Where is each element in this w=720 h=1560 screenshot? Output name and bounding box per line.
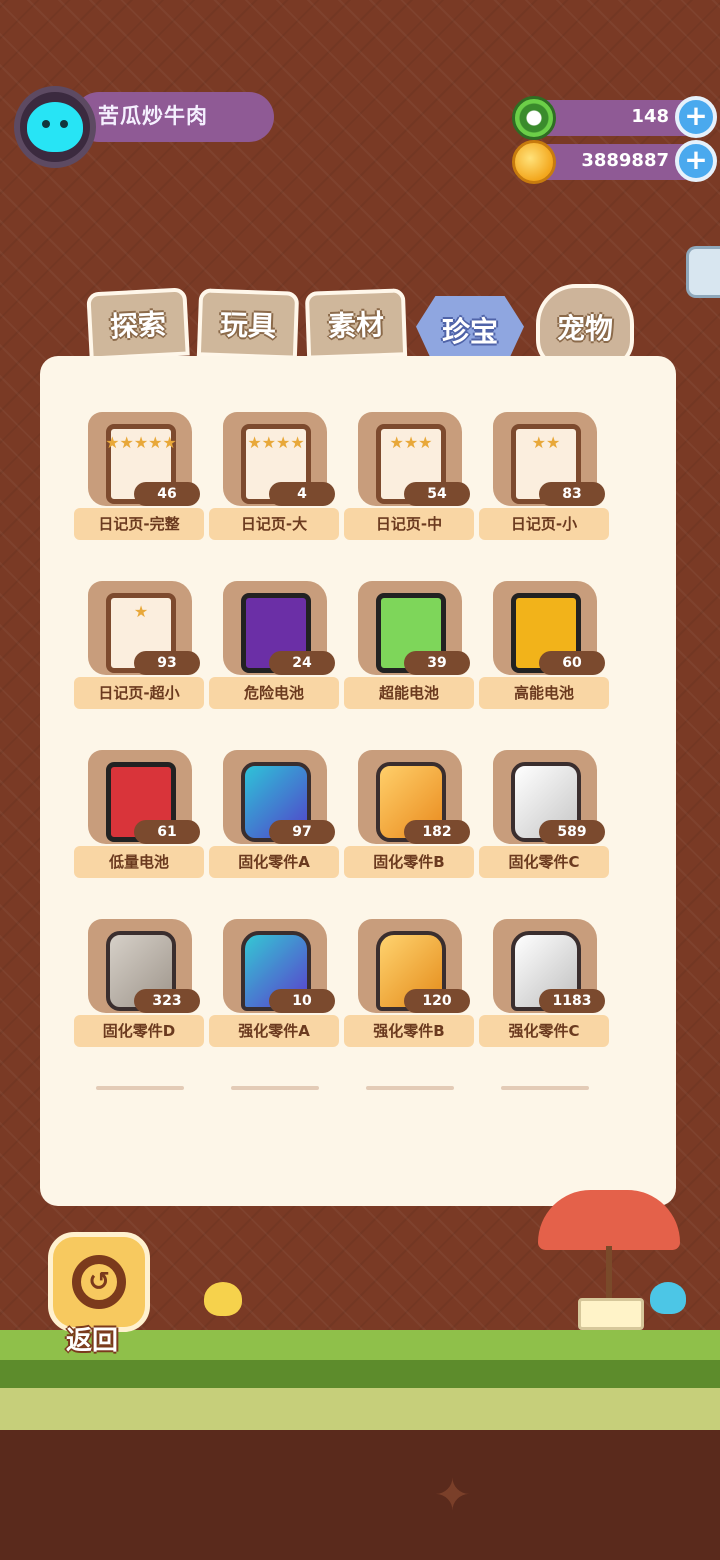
- gem-count: 148: [631, 106, 669, 127]
- item-label: 高能电池: [479, 677, 609, 709]
- item-count: 323: [134, 989, 200, 1013]
- empty-slot-divider: [231, 1086, 319, 1090]
- item-count: 46: [134, 482, 200, 506]
- chick-character-icon[interactable]: [204, 1282, 242, 1316]
- item-label: 强化零件C: [479, 1015, 609, 1047]
- add-coins-button[interactable]: +: [675, 140, 717, 182]
- item-label: 日记页-中: [344, 508, 474, 540]
- coin-count: 3889887: [581, 150, 669, 171]
- inventory-item[interactable]: 323 固化零件D: [72, 917, 207, 1086]
- item-label: 低量电池: [74, 846, 204, 878]
- item-count: 4: [269, 482, 335, 506]
- item-count: 1183: [539, 989, 605, 1013]
- tab-toys[interactable]: 玩具: [196, 288, 300, 360]
- inventory-item[interactable]: 10 强化零件A: [207, 917, 342, 1086]
- inventory-item[interactable]: 182 固化零件B: [342, 748, 477, 917]
- player-name: 苦瓜炒牛肉: [98, 104, 208, 128]
- inventory-item[interactable]: ★★★ 54 日记页-中: [342, 410, 477, 579]
- add-gems-button[interactable]: +: [675, 96, 717, 138]
- inventory-item[interactable]: 589 固化零件C: [477, 748, 612, 917]
- inventory-item[interactable]: 39 超能电池: [342, 579, 477, 748]
- item-count: 24: [269, 651, 335, 675]
- empty-slot-divider: [96, 1086, 184, 1090]
- item-count: 39: [404, 651, 470, 675]
- player-avatar[interactable]: [14, 86, 96, 168]
- empty-slot-divider: [366, 1086, 454, 1090]
- item-label: 超能电池: [344, 677, 474, 709]
- item-label: 固化零件B: [344, 846, 474, 878]
- item-count: 93: [134, 651, 200, 675]
- empty-slot-divider: [501, 1086, 589, 1090]
- item-label: 危险电池: [209, 677, 339, 709]
- fish-fossil-icon: ✦: [434, 1470, 471, 1521]
- inventory-item[interactable]: 61 低量电池: [72, 748, 207, 917]
- back-button[interactable]: ↺: [48, 1232, 150, 1332]
- item-label: 固化零件A: [209, 846, 339, 878]
- item-label: 日记页-小: [479, 508, 609, 540]
- item-count: 60: [539, 651, 605, 675]
- tab-materials[interactable]: 素材: [304, 288, 408, 360]
- side-menu-handle[interactable]: [686, 246, 720, 298]
- item-count: 10: [269, 989, 335, 1013]
- item-count: 120: [404, 989, 470, 1013]
- gem-currency: 148 +: [512, 96, 717, 140]
- inventory-item[interactable]: 1183 强化零件C: [477, 917, 612, 1086]
- item-label: 强化零件A: [209, 1015, 339, 1047]
- inventory-item[interactable]: ★★ 83 日记页-小: [477, 410, 612, 579]
- inventory-item[interactable]: 97 固化零件A: [207, 748, 342, 917]
- item-count: 54: [404, 482, 470, 506]
- item-count: 97: [269, 820, 335, 844]
- item-count: 61: [134, 820, 200, 844]
- cat-avatar-icon: [27, 102, 83, 152]
- item-label: 强化零件B: [344, 1015, 474, 1047]
- item-count: 83: [539, 482, 605, 506]
- umbrella-pole: [606, 1246, 612, 1302]
- gold-coin-icon: [512, 140, 556, 184]
- tab-treasure[interactable]: 珍宝: [416, 296, 524, 364]
- item-label: 固化零件C: [479, 846, 609, 878]
- return-arrow-icon: ↺: [72, 1255, 126, 1309]
- inventory-item[interactable]: 60 高能电池: [477, 579, 612, 748]
- sleeping-slime-icon[interactable]: [650, 1282, 686, 1314]
- item-label: 日记页-超小: [74, 677, 204, 709]
- underground-dirt: [0, 1430, 720, 1560]
- item-count: 589: [539, 820, 605, 844]
- coin-currency: 3889887 +: [512, 140, 717, 184]
- inventory-item[interactable]: ★ 93 日记页-超小: [72, 579, 207, 748]
- inventory-item[interactable]: 120 强化零件B: [342, 917, 477, 1086]
- tab-explore[interactable]: 探索: [86, 287, 190, 361]
- item-label: 日记页-完整: [74, 508, 204, 540]
- picnic-table-icon: [578, 1298, 644, 1330]
- item-label: 固化零件D: [74, 1015, 204, 1047]
- inventory-item[interactable]: 24 危险电池: [207, 579, 342, 748]
- green-gem-icon: [512, 96, 556, 140]
- item-grid: ★★★★★ 46 日记页-完整 ★★★★ 4 日记页-大 ★★★ 54 日记页-…: [72, 410, 612, 1086]
- inventory-item[interactable]: ★★★★★ 46 日记页-完整: [72, 410, 207, 579]
- item-label: 日记页-大: [209, 508, 339, 540]
- item-count: 182: [404, 820, 470, 844]
- inventory-item[interactable]: ★★★★ 4 日记页-大: [207, 410, 342, 579]
- back-label: 返回: [66, 1326, 119, 1356]
